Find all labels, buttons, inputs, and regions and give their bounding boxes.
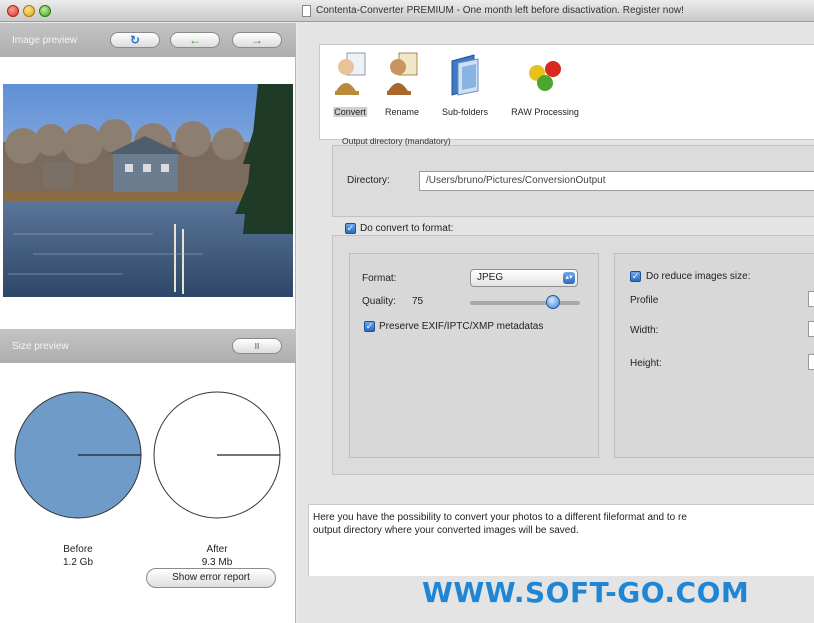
show-error-report-button[interactable]: Show error report [146, 568, 276, 588]
quality-slider-handle[interactable] [545, 295, 560, 309]
image-preview [3, 84, 293, 297]
help-line-1: Here you have the possibility to convert… [313, 512, 687, 523]
after-size-pie [153, 391, 281, 519]
quality-label: Quality: [362, 296, 396, 307]
color-balls-icon [529, 61, 561, 91]
convert-format-checkbox[interactable]: ✓ [345, 223, 356, 234]
quality-slider-track[interactable] [470, 301, 580, 305]
help-line-2: output directory where your converted im… [313, 525, 579, 536]
reduce-size-label: Do reduce images size: [646, 271, 751, 282]
tab-sub-folders[interactable]: Sub-folders [442, 51, 488, 117]
width-input[interactable] [808, 321, 814, 337]
width-label: Width: [630, 325, 659, 336]
left-panel: Image preview ↻ ← → Size preview II Befo… [0, 23, 296, 623]
person-rename-icon [387, 52, 418, 95]
tab-sub-folders-label: Sub-folders [441, 107, 489, 117]
after-caption: After 9.3 Mb [177, 543, 257, 569]
close-window-button[interactable] [7, 5, 19, 17]
size-preview-toggle-label: II [254, 341, 260, 351]
previous-image-button[interactable]: ← [170, 32, 220, 48]
tab-convert-label: Convert [333, 107, 367, 117]
tab-convert[interactable]: Convert [330, 51, 370, 117]
before-value: 1.2 Gb [62, 557, 94, 568]
select-stepper-icon: ▴▾ [563, 272, 575, 284]
tab-rename[interactable]: Rename [382, 51, 422, 117]
folder-icon [451, 54, 479, 96]
document-icon [302, 5, 311, 17]
output-directory-title: Output directory (mandatory) [342, 136, 451, 146]
tab-rename-label: Rename [384, 107, 420, 117]
format-label: Format: [362, 273, 397, 284]
minimize-window-button[interactable] [23, 5, 35, 17]
mode-toolbar: Convert Rename Sub-folders RAW Processin… [319, 44, 814, 140]
profile-select[interactable] [808, 291, 814, 307]
arrow-right-icon: → [251, 33, 263, 47]
format-select-value: JPEG [477, 272, 504, 283]
reduce-size-checkbox[interactable]: ✓ [630, 271, 641, 282]
before-label: Before [63, 544, 93, 555]
height-input[interactable] [808, 354, 814, 370]
profile-label: Profile [630, 295, 659, 306]
before-size-pie [14, 391, 142, 519]
size-preview-toggle-button[interactable]: II [232, 338, 282, 354]
image-preview-header: Image preview ↻ ← → [0, 23, 296, 57]
watermark-text: WWW.SOFT-GO.COM [422, 576, 750, 609]
preserve-metadata-label: Preserve EXIF/IPTC/XMP metadatas [379, 321, 544, 332]
preserve-metadata-checkbox[interactable]: ✓ [364, 321, 375, 332]
right-panel: Convert Rename Sub-folders RAW Processin… [297, 23, 814, 623]
help-description: Here you have the possibility to convert… [308, 504, 814, 576]
format-select[interactable]: JPEG ▴▾ [470, 269, 578, 287]
rotate-icon: ↻ [129, 33, 141, 47]
before-caption: Before 1.2 Gb [38, 543, 118, 569]
directory-label: Directory: [347, 175, 390, 186]
image-preview-label: Image preview [12, 35, 78, 46]
size-preview-header: Size preview II [0, 329, 296, 363]
person-picture-icon [335, 52, 366, 95]
tab-raw-processing[interactable]: RAW Processing [511, 51, 579, 117]
directory-field[interactable]: /Users/bruno/Pictures/ConversionOutput [419, 171, 814, 191]
size-preview-label: Size preview [12, 341, 69, 352]
arrow-left-icon: ← [189, 33, 201, 47]
title-bar: Contenta-Converter PREMIUM - One month l… [0, 0, 814, 22]
convert-format-label: Do convert to format: [360, 223, 454, 234]
zoom-window-button[interactable] [39, 5, 51, 17]
height-label: Height: [630, 358, 662, 369]
after-label: After [206, 544, 228, 555]
window-title: Contenta-Converter PREMIUM - One month l… [316, 5, 684, 16]
tab-raw-processing-label: RAW Processing [511, 107, 579, 117]
rotate-button[interactable]: ↻ [110, 32, 160, 48]
reduce-size-box [614, 253, 814, 458]
next-image-button[interactable]: → [232, 32, 282, 48]
quality-value: 75 [412, 296, 424, 307]
